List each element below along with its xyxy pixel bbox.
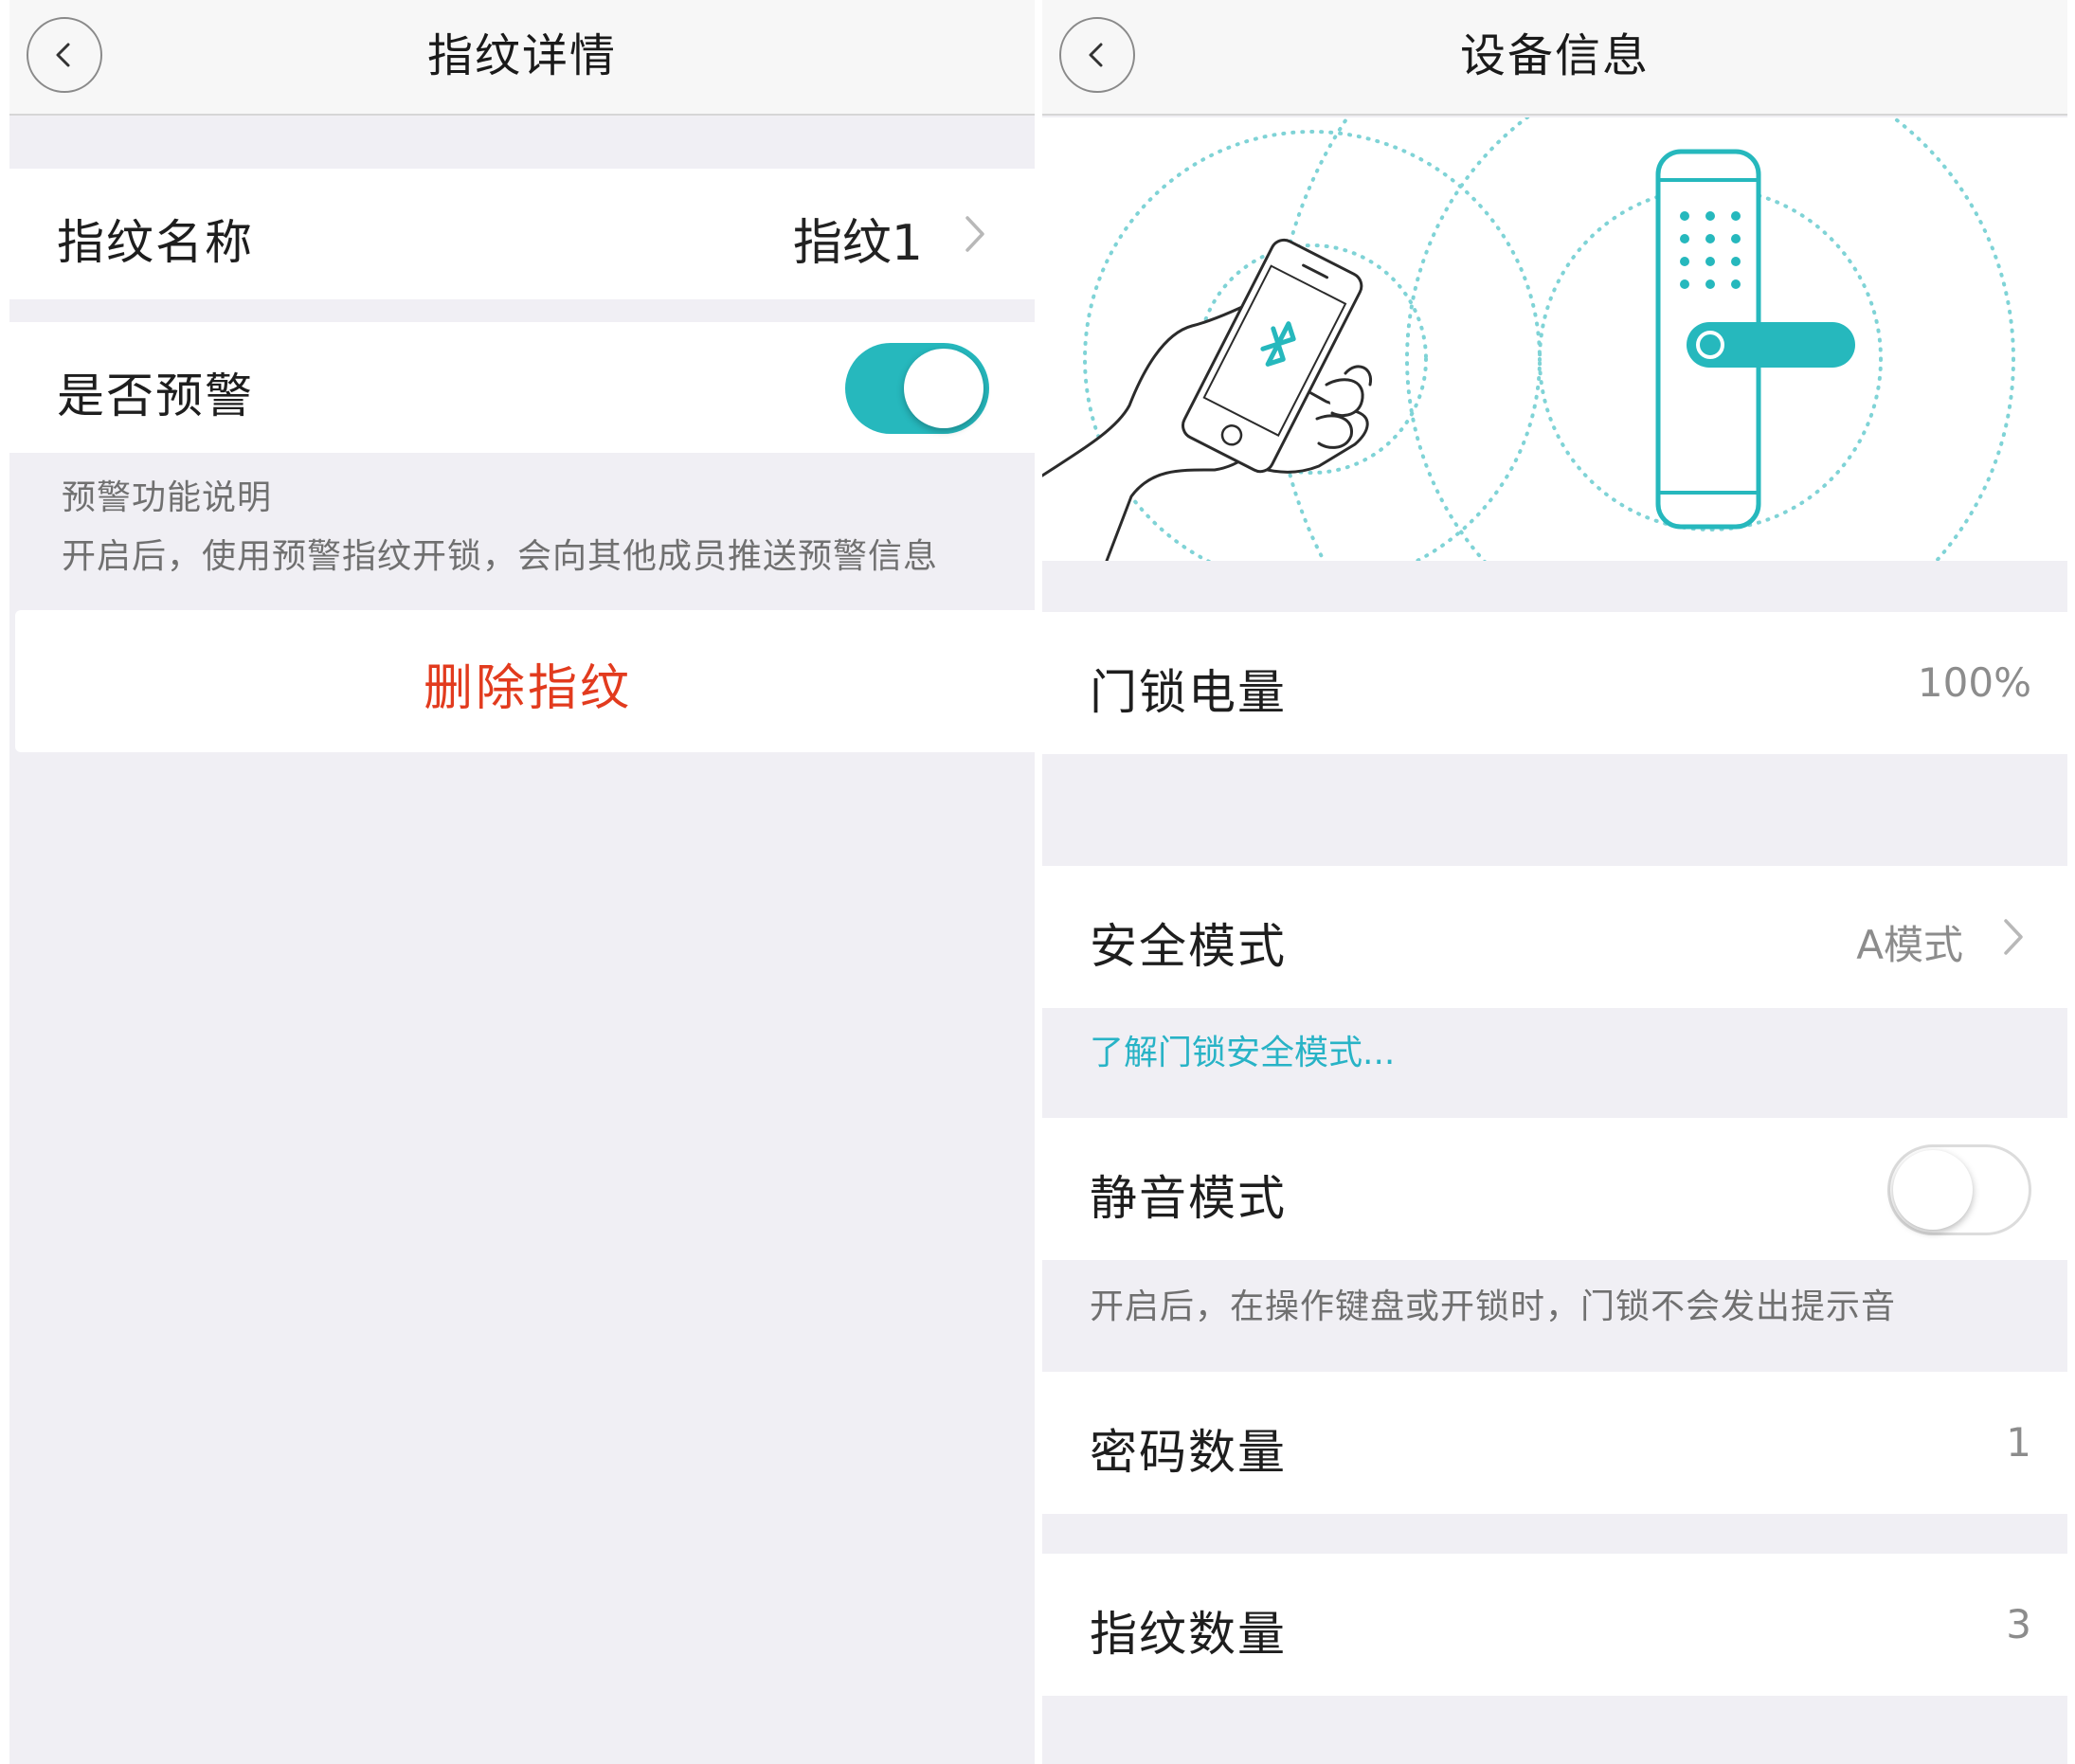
battery-label: 门锁电量: [1090, 665, 1287, 720]
alert-note-title: 预警功能说明: [62, 478, 273, 517]
fingerprint-name-value: 指纹1: [792, 215, 923, 272]
security-mode-label: 安全模式: [1090, 919, 1287, 974]
toggle-knob: [1893, 1150, 1973, 1230]
fingerprint-name-row[interactable]: 指纹名称 指纹1: [9, 169, 1035, 299]
toggle-knob: [904, 349, 983, 428]
device-info-screen: 设备信息 门锁电量 100% 安全模式 A模式 了解门锁安全模式... 静音模式…: [1042, 0, 2067, 1764]
chevron-right-icon: [965, 216, 984, 252]
nav-bar: 指纹详情: [9, 0, 1035, 116]
security-mode-value: A模式: [1856, 922, 1963, 968]
mute-mode-toggle[interactable]: [1887, 1144, 2031, 1235]
security-mode-help-link[interactable]: 了解门锁安全模式...: [1090, 1025, 1395, 1074]
mute-mode-row: 静音模式: [1042, 1118, 2067, 1260]
battery-row: 门锁电量 100%: [1042, 612, 2067, 754]
fingerprint-name-label: 指纹名称: [57, 215, 254, 270]
fingerprint-count-label: 指纹数量: [1090, 1607, 1287, 1662]
security-mode-row[interactable]: 安全模式 A模式: [1042, 866, 2067, 1008]
phone-and-lock-illustration: [1042, 117, 2015, 561]
password-count-row: 密码数量 1: [1042, 1372, 2067, 1514]
nav-bar: 设备信息: [1042, 0, 2067, 116]
fingerprint-detail-screen: 指纹详情 指纹名称 指纹1 是否预警 预警功能说明 开启后，使用预警指纹开锁，会…: [9, 0, 1035, 1764]
password-count-value: 1: [2006, 1419, 2031, 1466]
mute-mode-label: 静音模式: [1090, 1171, 1287, 1226]
alert-toggle[interactable]: [845, 343, 989, 434]
mute-mode-note: 开启后，在操作键盘或开锁时，门锁不会发出提示音: [1090, 1287, 1897, 1326]
delete-fingerprint-label: 删除指纹: [423, 660, 632, 717]
fingerprint-count-value: 3: [2006, 1601, 2031, 1647]
page-title: 指纹详情: [426, 29, 617, 82]
alert-label: 是否预警: [57, 369, 254, 423]
delete-fingerprint-button[interactable]: 删除指纹: [15, 610, 1035, 752]
chevron-right-icon: [2004, 919, 2023, 955]
page-title: 设备信息: [1459, 29, 1650, 82]
battery-value: 100%: [1917, 659, 2031, 706]
alert-note-body: 开启后，使用预警指纹开锁，会向其他成员推送预警信息: [62, 537, 939, 576]
fingerprint-count-row: 指纹数量 3: [1042, 1554, 2067, 1696]
password-count-label: 密码数量: [1090, 1425, 1287, 1480]
alert-row: 是否预警: [9, 322, 1035, 453]
bluetooth-lock-illustration: [1042, 117, 2067, 561]
